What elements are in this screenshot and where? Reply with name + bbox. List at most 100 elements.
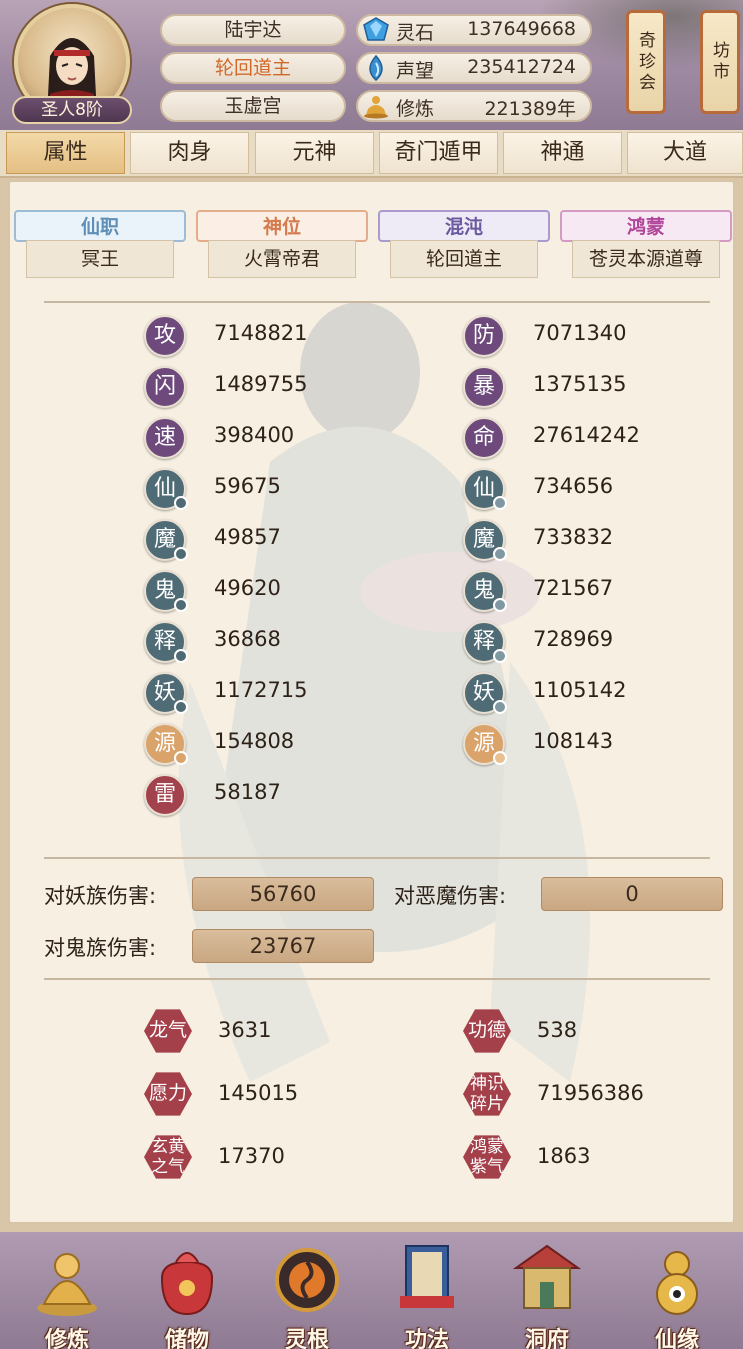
stat-badge: 命	[463, 417, 505, 459]
stat-value: 398400	[214, 423, 295, 447]
resource-value: 235412724	[467, 56, 576, 78]
nav-label: 洞府	[524, 1328, 569, 1349]
stat-badge-text: 妖	[472, 680, 495, 705]
divider	[44, 857, 710, 859]
tab-spirit[interactable]: 元神	[255, 132, 374, 174]
treasure-pavilion-button[interactable]: 奇珍会	[626, 10, 666, 114]
stat-badge: 闪	[144, 366, 186, 408]
spirit-stone-icon	[363, 17, 389, 41]
ghost-damage-label: 对鬼族伤害:	[44, 936, 157, 960]
nav-label: 灵根	[284, 1328, 329, 1349]
resource-value: 137649668	[467, 18, 576, 40]
ghost-damage-value: 23767	[192, 929, 374, 963]
stat-badge: 释	[463, 621, 507, 663]
vow-power-value: 145015	[218, 1081, 299, 1105]
stat-badge: 仙	[463, 468, 507, 510]
title-card-header-text: 鸿蒙	[626, 216, 665, 238]
player-title: 轮回道主	[160, 52, 346, 84]
nav-fate[interactable]: 仙缘	[622, 1238, 732, 1349]
pavilion-icon	[512, 1244, 582, 1309]
stat-value: 7148821	[214, 321, 308, 345]
scripture-book-icon	[400, 1245, 454, 1308]
nav-label: 修炼	[44, 1328, 89, 1349]
stat-badge-text: 妖	[153, 680, 176, 705]
stat-badge: 攻	[144, 315, 186, 357]
title-card-hongmeng: 鸿蒙 苍灵本源道尊	[560, 210, 732, 280]
nav-cultivate[interactable]: 修炼	[12, 1238, 122, 1349]
nav-cave-residence[interactable]: 洞府	[492, 1238, 602, 1349]
yao-damage-value: 56760	[192, 877, 374, 911]
stat-value: 154808	[214, 729, 295, 753]
tab-dao[interactable]: 大道	[627, 132, 743, 174]
stat-value: 7071340	[533, 321, 627, 345]
title-card-office: 仙职 冥王	[14, 210, 186, 280]
market-button[interactable]: 坊市	[700, 10, 740, 114]
attributes-panel: 仙职 冥王 神位 火霄帝君 混沌 轮回道主 鸿蒙 苍灵本源道尊 攻 714882…	[8, 180, 735, 1224]
tab-divine-power[interactable]: 神通	[503, 132, 622, 174]
sword-mini-icon	[174, 547, 188, 561]
nav-spirit-root[interactable]: 灵根	[252, 1238, 362, 1349]
stat-badge-text: 仙	[153, 476, 176, 501]
title-card-header: 混沌	[378, 210, 550, 242]
nav-label: 储物	[164, 1328, 209, 1349]
stat-badge: 妖	[144, 672, 188, 714]
title-card-divine-rank: 神位 火霄帝君	[196, 210, 368, 280]
sword-mini-icon	[174, 700, 188, 714]
title-card-value: 苍灵本源道尊	[572, 240, 720, 278]
nav-techniques[interactable]: 功法	[372, 1238, 482, 1349]
player-sect: 玉虚宫	[160, 90, 346, 122]
tab-attributes[interactable]: 属性	[6, 132, 125, 174]
stat-badge-text: 源	[472, 731, 495, 756]
shield-mini-icon	[493, 598, 507, 612]
bottom-navigation: 修炼 储物 灵根 功法 洞府 仙缘	[0, 1232, 743, 1349]
stat-badge-text: 鬼	[153, 578, 176, 603]
treasure-bag-icon	[160, 1252, 214, 1316]
reputation-icon	[369, 55, 383, 81]
title-card-header: 仙职	[14, 210, 186, 242]
divider	[44, 978, 710, 980]
stat-badge: 鬼	[144, 570, 188, 612]
xuanhuang-qi-value: 17370	[218, 1144, 285, 1168]
stat-badge: 释	[144, 621, 188, 663]
gourd-icon	[656, 1251, 698, 1315]
resource-label: 灵石	[396, 22, 435, 44]
stat-badge-text: 释	[153, 629, 176, 654]
resource-reputation[interactable]: 声望 235412724	[356, 52, 592, 84]
rank-badge: 圣人8阶	[12, 96, 132, 124]
resource-cultivation[interactable]: 修炼 221389年	[356, 90, 592, 122]
stat-badge: 源	[144, 723, 188, 765]
stat-value: 721567	[533, 576, 614, 600]
sword-mini-icon	[174, 598, 188, 612]
player-name: 陆宇达	[160, 14, 346, 46]
stat-value: 108143	[533, 729, 614, 753]
stat-value: 1375135	[533, 372, 627, 396]
shield-mini-icon	[493, 547, 507, 561]
tab-qimen[interactable]: 奇门遁甲	[379, 132, 498, 174]
stat-value: 27614242	[533, 423, 640, 447]
stat-badge: 妖	[463, 672, 507, 714]
stat-badge: 源	[463, 723, 507, 765]
tab-bar: 属性 肉身 元神 奇门遁甲 神通 大道	[0, 130, 743, 178]
merit-value: 538	[537, 1018, 578, 1042]
stat-badge-text: 仙	[472, 476, 495, 501]
title-card-value: 冥王	[26, 240, 174, 278]
dragon-qi-value: 3631	[218, 1018, 272, 1042]
stat-badge-text: 源	[153, 731, 176, 756]
stat-value: 58187	[214, 780, 281, 804]
meditation-icon	[364, 96, 388, 119]
shield-mini-icon	[493, 496, 507, 510]
title-card-header: 鸿蒙	[560, 210, 732, 242]
stat-value: 1105142	[533, 678, 627, 702]
nav-label: 功法	[404, 1328, 449, 1349]
meditating-monk-icon	[37, 1253, 97, 1316]
title-card-chaos: 混沌 轮回道主	[378, 210, 550, 280]
nav-storage[interactable]: 储物	[132, 1238, 242, 1349]
stat-badge: 暴	[463, 366, 505, 408]
tab-body[interactable]: 肉身	[130, 132, 249, 174]
character-portrait	[48, 38, 96, 106]
resource-spirit-stone[interactable]: 灵石 137649668	[356, 14, 592, 46]
stat-value: 49857	[214, 525, 281, 549]
stat-value: 734656	[533, 474, 614, 498]
title-card-header-text: 混沌	[444, 216, 483, 238]
stat-badge: 仙	[144, 468, 188, 510]
